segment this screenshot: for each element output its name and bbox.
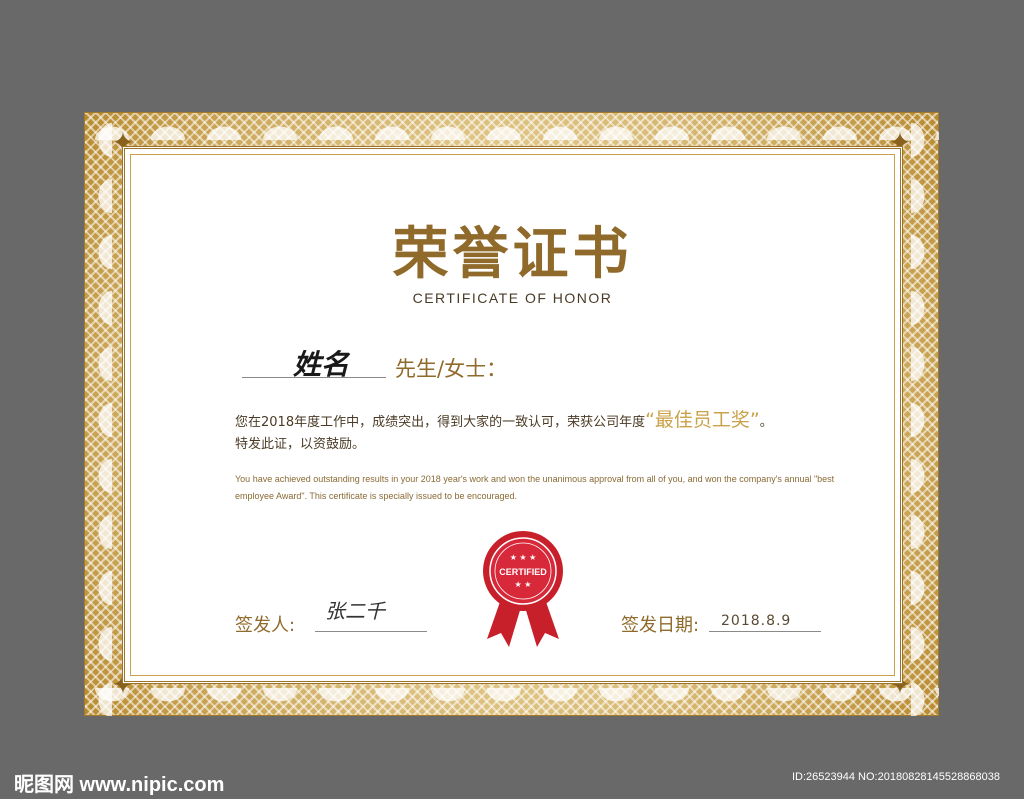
award-name: “最佳员工奖” bbox=[645, 409, 760, 431]
body-text-english: You have achieved outstanding results in… bbox=[235, 474, 835, 501]
name-underline bbox=[242, 375, 386, 378]
id-watermark: ID:26523944 NO:20180828145528868038 bbox=[792, 771, 1000, 783]
border-pattern-bottom bbox=[84, 688, 939, 716]
body-line-1: 您在2018年度工作中，成绩突出，得到大家的一致认可，荣获公司年度 bbox=[235, 415, 646, 430]
honorific: 先生/女士： bbox=[395, 357, 508, 381]
certified-seal-icon: ★ ★ ★ CERTIFIED ★ ★ bbox=[483, 531, 563, 647]
issuer-label: 签发人: bbox=[235, 615, 296, 636]
site-watermark: 昵图网 www.nipic.com bbox=[14, 774, 225, 796]
border-pattern-top bbox=[84, 112, 939, 140]
date-label: 签发日期: bbox=[621, 615, 700, 636]
date-value: 2018.8.9 bbox=[721, 613, 792, 629]
certificate-subtitle: CERTIFICATE OF HONOR bbox=[412, 290, 613, 306]
border-pattern-left bbox=[84, 112, 112, 716]
issuer-underline bbox=[315, 631, 427, 632]
certificate-title: 荣誉证书 bbox=[392, 221, 633, 287]
issuer-signature: 张二千 bbox=[325, 599, 385, 623]
svg-text:★ ★: ★ ★ bbox=[515, 580, 532, 589]
certificate-body: 荣誉证书 CERTIFICATE OF HONOR 姓名 先生/女士： 您在20… bbox=[122, 146, 903, 684]
seal-label: CERTIFIED bbox=[499, 567, 547, 577]
body-text-chinese: 您在2018年度工作中，成绩突出，得到大家的一致认可，荣获公司年度“最佳员工奖”… bbox=[235, 409, 855, 456]
date-underline bbox=[709, 631, 821, 632]
certificate-frame: ✦ ✦ ✦ ✦ 荣誉证书 CERTIFICATE OF HONOR 姓名 先生/… bbox=[84, 112, 939, 716]
svg-text:★ ★ ★: ★ ★ ★ bbox=[510, 553, 537, 562]
body-line-1-end: 。 bbox=[759, 415, 773, 430]
body-line-2: 特发此证，以资鼓励。 bbox=[235, 437, 366, 452]
border-pattern-right bbox=[911, 112, 939, 716]
